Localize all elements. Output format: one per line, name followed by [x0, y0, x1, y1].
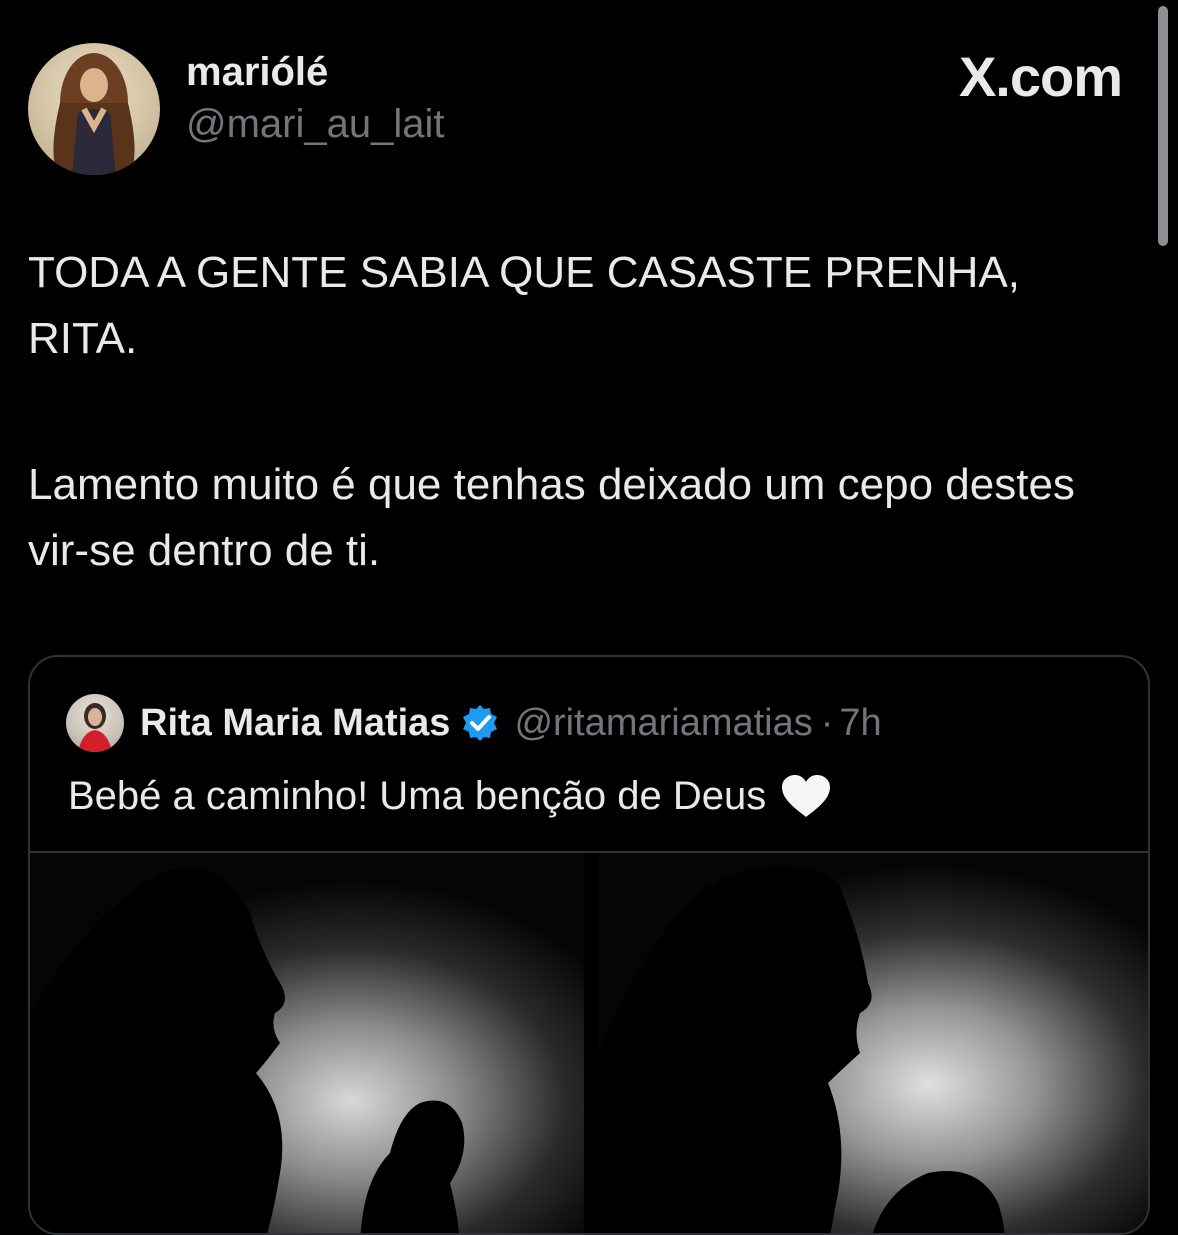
separator-dot: · — [820, 701, 834, 744]
scrollbar[interactable] — [1158, 6, 1168, 246]
white-heart-icon — [782, 775, 831, 817]
quoted-timestamp[interactable]: 7h — [839, 702, 881, 745]
quoted-display-name[interactable]: Rita Maria Matias — [140, 702, 450, 745]
tweet-paragraph-2: Lamento muito é que tenhas deixado um ce… — [28, 460, 1075, 575]
quoted-tweet-card[interactable]: Rita Maria Matias @ritamariamatias · 7h … — [28, 655, 1150, 1235]
tweet-paragraph-1: TODA A GENTE SABIA QUE CASASTE PRENHA, R… — [28, 248, 1020, 363]
quoted-tweet-header: Rita Maria Matias @ritamariamatias · 7h — [66, 694, 1126, 752]
avatar[interactable] — [28, 43, 160, 175]
quoted-avatar[interactable] — [66, 694, 124, 752]
media-grid — [30, 851, 1148, 1233]
quoted-text-content: Bebé a caminho! Uma benção de Deus — [68, 773, 767, 818]
x-logo-label: X.com — [958, 45, 1123, 108]
user-handle[interactable]: @mari_au_lait — [186, 102, 445, 147]
quoted-tweet-text: Bebé a caminho! Uma benção de Deus — [68, 773, 832, 819]
photo-1[interactable] — [30, 853, 584, 1233]
tweet-header: mariólé @mari_au_lait X.com — [28, 40, 1128, 175]
quoted-handle[interactable]: @ritamariamatias — [514, 702, 812, 745]
verified-badge-icon — [463, 705, 498, 741]
display-name[interactable]: mariólé — [186, 50, 328, 95]
photo-2[interactable] — [598, 853, 1148, 1233]
